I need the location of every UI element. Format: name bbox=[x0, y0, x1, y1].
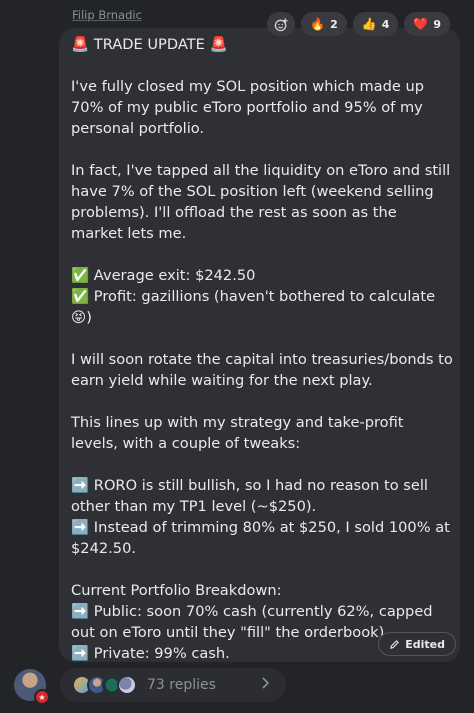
reaction-count: 2 bbox=[330, 17, 338, 31]
message-paragraph: I will soon rotate the capital into trea… bbox=[71, 351, 453, 389]
reaction-count: 9 bbox=[433, 17, 441, 31]
pencil-icon bbox=[390, 639, 399, 649]
breakdown-title: Current Portfolio Breakdown: bbox=[71, 582, 282, 599]
fire-icon: 🔥 bbox=[310, 17, 326, 31]
reaction-fire[interactable]: 🔥 2 bbox=[301, 12, 347, 36]
heart-icon: ❤️ bbox=[413, 17, 429, 31]
message-body: 🚨 TRADE UPDATE 🚨 I've fully closed my SO… bbox=[71, 34, 453, 664]
reactions-bar: 🔥 2 👍 4 ❤️ 9 bbox=[267, 12, 450, 36]
avatar-badge-icon: ★ bbox=[34, 689, 50, 705]
replies-bar[interactable]: 73 replies bbox=[60, 668, 286, 702]
edited-label: Edited bbox=[405, 637, 445, 651]
reaction-heart[interactable]: ❤️ 9 bbox=[404, 12, 450, 36]
author-name[interactable]: Filip Brnadic bbox=[72, 8, 142, 22]
message-title: 🚨 TRADE UPDATE 🚨 bbox=[71, 36, 228, 53]
profit-line: ✅ Profit: gazillions (haven't bothered t… bbox=[71, 288, 436, 326]
reaction-count: 4 bbox=[381, 17, 390, 31]
replies-count: 73 replies bbox=[147, 677, 216, 693]
add-emoji-icon bbox=[274, 17, 288, 31]
edited-badge[interactable]: Edited bbox=[378, 632, 456, 656]
exit-line: ✅ Average exit: $242.50 bbox=[71, 267, 256, 284]
bullet-item: ➡️ Instead of trimming 80% at $250, I so… bbox=[71, 519, 450, 557]
thumbs-up-icon: 👍 bbox=[361, 17, 377, 31]
bullet-item: ➡️ RORO is still bullish, so I had no re… bbox=[71, 477, 428, 515]
reaction-thumbs-up[interactable]: 👍 4 bbox=[352, 12, 399, 36]
add-reaction-button[interactable] bbox=[267, 12, 296, 36]
reply-avatar bbox=[117, 675, 137, 695]
chevron-right-icon bbox=[260, 676, 270, 694]
message-paragraph: This lines up with my strategy and take-… bbox=[71, 414, 404, 452]
message-paragraph: I've fully closed my SOL position which … bbox=[71, 78, 424, 137]
message-paragraph: In fact, I've tapped all the liquidity o… bbox=[71, 162, 451, 242]
